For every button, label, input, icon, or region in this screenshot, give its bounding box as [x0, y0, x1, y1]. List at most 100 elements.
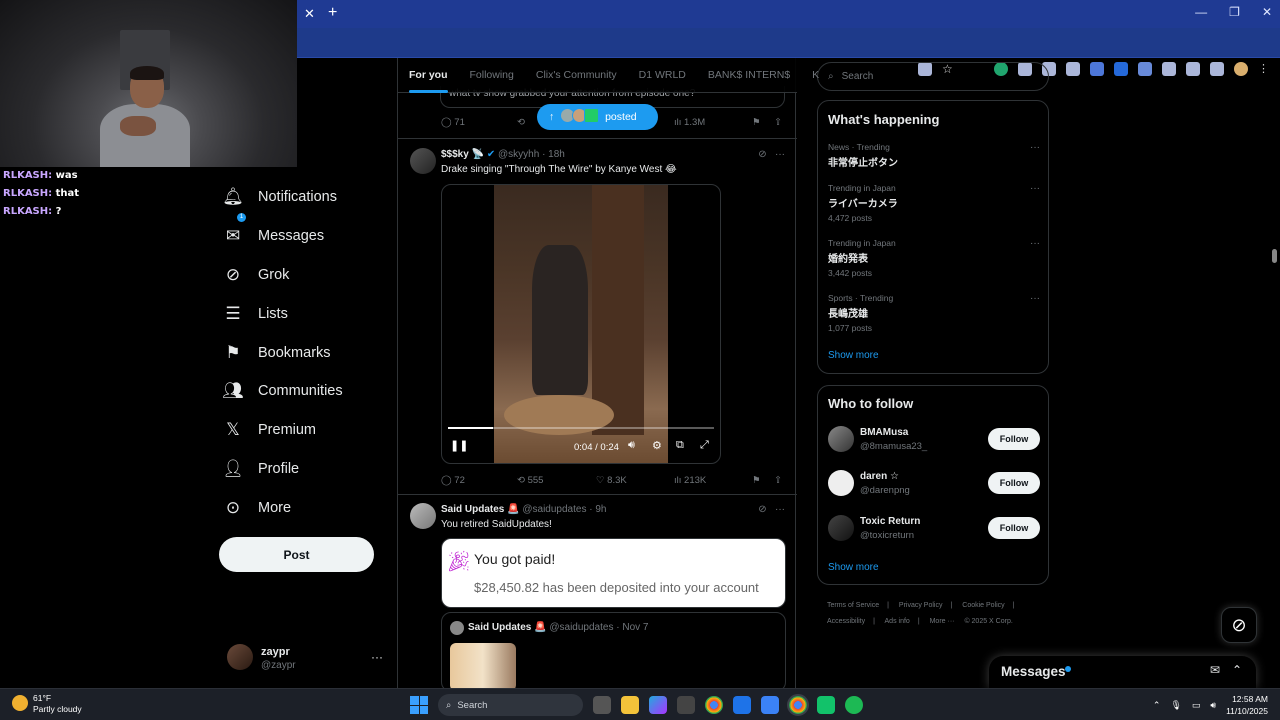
avatar[interactable] — [410, 148, 436, 174]
sidebar-item-more[interactable]: ⊙ More — [222, 488, 343, 527]
extension-icon[interactable] — [1114, 62, 1128, 76]
sidebar-item-notifications[interactable]: 🔔︎ Notifications — [222, 178, 343, 217]
views-stat[interactable]: ılı 1.3M — [674, 117, 705, 128]
profile-avatar-icon[interactable] — [1234, 62, 1248, 76]
app-icon[interactable] — [761, 696, 779, 714]
messages-drawer[interactable]: Messages ✉ ⌃ — [989, 656, 1256, 688]
new-posts-pill[interactable]: ↑ posted — [537, 104, 658, 130]
follow-suggestion[interactable]: Toxic Return @toxicreturn Follow — [828, 515, 1040, 545]
copilot-icon[interactable] — [649, 696, 667, 714]
repost-button[interactable]: ⟲ 555 — [517, 475, 543, 486]
views-stat[interactable]: ılı 213K — [674, 475, 706, 486]
tweet[interactable]: $$$ky 📡 ✔ @skyyhh · 18h ⊘ ··· Drake sing… — [398, 138, 797, 494]
extension-icon[interactable] — [1090, 62, 1104, 76]
maximize-icon[interactable]: ❐ — [1229, 5, 1240, 19]
search-input[interactable]: ⌕ Search — [817, 62, 1049, 91]
chrome-active-icon[interactable] — [787, 694, 809, 716]
clock[interactable]: 12:58 AM 11/10/2025 — [1226, 693, 1268, 717]
more-horizontal-icon[interactable]: ··· — [1030, 183, 1040, 194]
follow-button[interactable]: Follow — [988, 472, 1040, 494]
avatar[interactable] — [410, 503, 436, 529]
chevron-up-icon[interactable]: ⌃ — [1153, 700, 1161, 711]
extension-icon[interactable] — [1066, 62, 1080, 76]
close-window-icon[interactable]: ✕ — [1262, 5, 1272, 19]
tab-for-you[interactable]: For you — [409, 69, 448, 93]
sidebar-item-grok[interactable]: ⊘ Grok — [222, 256, 343, 295]
tweet[interactable]: Said Updates 🚨 @saidupdates · 9h ⊘ ··· Y… — [398, 494, 797, 692]
follow-suggestion[interactable]: BMAMusa @8mamusa23_ Follow — [828, 426, 1040, 456]
bookmark-button[interactable]: ⚑ — [752, 475, 761, 486]
new-message-icon[interactable]: ✉ — [1210, 663, 1220, 677]
windows-start-icon[interactable] — [410, 696, 428, 714]
new-tab-icon[interactable]: + — [328, 4, 337, 22]
tab-following[interactable]: Following — [470, 69, 514, 81]
reply-button[interactable]: ◯ 72 — [441, 475, 465, 486]
minimize-icon[interactable]: — — [1195, 5, 1207, 19]
repost-button[interactable]: ⟲ — [517, 117, 525, 128]
network-icon[interactable]: ▭ — [1192, 700, 1201, 711]
trend-item[interactable]: News · Trending 非常停止ボタン ··· — [828, 142, 1040, 169]
share-button[interactable]: ⇪ — [774, 117, 782, 128]
tab-overflow[interactable]: K — [812, 69, 819, 81]
tab-d1-wrld[interactable]: D1 WRLD — [639, 69, 686, 81]
quoted-tweet[interactable]: Said Updates 🚨 @saidupdates · Nov 7 — [441, 612, 786, 692]
more-horizontal-icon[interactable]: ··· — [1030, 238, 1040, 249]
expand-icon[interactable]: ⌃ — [1232, 663, 1242, 677]
follow-button[interactable]: Follow — [988, 428, 1040, 450]
menu-icon[interactable] — [1210, 62, 1224, 76]
video-progress[interactable] — [448, 427, 714, 429]
fullscreen-icon[interactable]: ⤢ — [700, 439, 709, 452]
settings-icon[interactable]: ⚙ — [652, 439, 662, 452]
more-horizontal-icon[interactable]: ··· — [1030, 142, 1040, 153]
follow-suggestion[interactable]: daren ☆ @darenpng Follow — [828, 470, 1040, 500]
puzzle-icon[interactable] — [1162, 62, 1176, 76]
post-button[interactable]: Post — [219, 537, 374, 572]
like-button[interactable]: ♡ 8.3K — [596, 475, 627, 486]
spotify-icon[interactable] — [845, 696, 863, 714]
sidebar-item-bookmarks[interactable]: ⚑ Bookmarks — [222, 333, 343, 372]
follow-button[interactable]: Follow — [988, 517, 1040, 539]
task-view-icon[interactable] — [593, 696, 611, 714]
sidebar-icon[interactable] — [1186, 62, 1200, 76]
sidebar-item-messages[interactable]: ✉ 1 Messages — [222, 212, 343, 256]
trend-item[interactable]: Trending in Japan ライバーカメラ 4,472 posts ··… — [828, 183, 1040, 223]
pause-icon[interactable]: ❚❚ — [450, 439, 468, 452]
page-scrollbar[interactable] — [1270, 58, 1280, 688]
pip-icon[interactable]: ⧉ — [676, 439, 684, 452]
bookmark-button[interactable]: ⚑ — [752, 117, 761, 128]
sidebar-item-profile[interactable]: 👤︎ Profile — [222, 450, 343, 489]
store-icon[interactable] — [677, 696, 695, 714]
account-switcher[interactable]: zaypr @zaypr ··· — [227, 644, 387, 674]
volume-icon[interactable]: 🔊︎ — [1210, 700, 1216, 711]
more-horizontal-icon[interactable]: ··· — [1030, 293, 1040, 304]
volume-icon[interactable]: 🔊︎ — [628, 439, 635, 452]
show-more-link[interactable]: Show more — [828, 350, 879, 361]
payment-card-image[interactable]: 🎉︎ You got paid! $28,450.82 has been dep… — [441, 538, 786, 608]
chrome-icon[interactable] — [705, 696, 723, 714]
sidebar-item-premium[interactable]: 𝕏 Premium — [222, 411, 343, 450]
scrollbar-thumb[interactable] — [1272, 249, 1277, 263]
microphone-icon[interactable]: 🎙︎ — [1170, 700, 1181, 711]
file-explorer-icon[interactable] — [621, 696, 639, 714]
tab-clix-community[interactable]: Clix's Community — [536, 69, 617, 81]
taskbar-search[interactable]: ⌕ Search — [438, 694, 583, 716]
quoted-media-thumbnail[interactable] — [450, 643, 516, 691]
sidebar-item-communities[interactable]: 👥︎ Communities — [222, 372, 342, 411]
grok-icon[interactable]: ⊘ — [758, 149, 766, 160]
trend-item[interactable]: Sports · Trending 長嶋茂雄 1,077 posts ··· — [828, 293, 1040, 333]
video-player[interactable]: ❚❚ 0:04 / 0:24 🔊︎ ⚙ ⧉ ⤢ — [441, 184, 721, 464]
grok-floating-button[interactable]: ⊘ — [1221, 607, 1257, 643]
share-button[interactable]: ⇪ — [774, 475, 782, 486]
trend-item[interactable]: Trending in Japan 婚約発表 3,442 posts ··· — [828, 238, 1040, 278]
reply-button[interactable]: ◯ 71 — [441, 117, 465, 128]
mail-icon[interactable] — [733, 696, 751, 714]
more-horizontal-icon[interactable]: ··· — [775, 149, 785, 160]
close-tab-icon[interactable]: ✕ — [304, 6, 315, 22]
grok-icon[interactable]: ⊘ — [758, 504, 766, 515]
sidebar-item-lists[interactable]: ☰ Lists — [222, 294, 343, 333]
show-more-link[interactable]: Show more — [828, 562, 879, 573]
extension-icon[interactable] — [1138, 62, 1152, 76]
app-icon[interactable] — [817, 696, 835, 714]
more-horizontal-icon[interactable]: ··· — [775, 504, 785, 515]
more-horizontal-icon[interactable]: ··· — [371, 650, 383, 664]
